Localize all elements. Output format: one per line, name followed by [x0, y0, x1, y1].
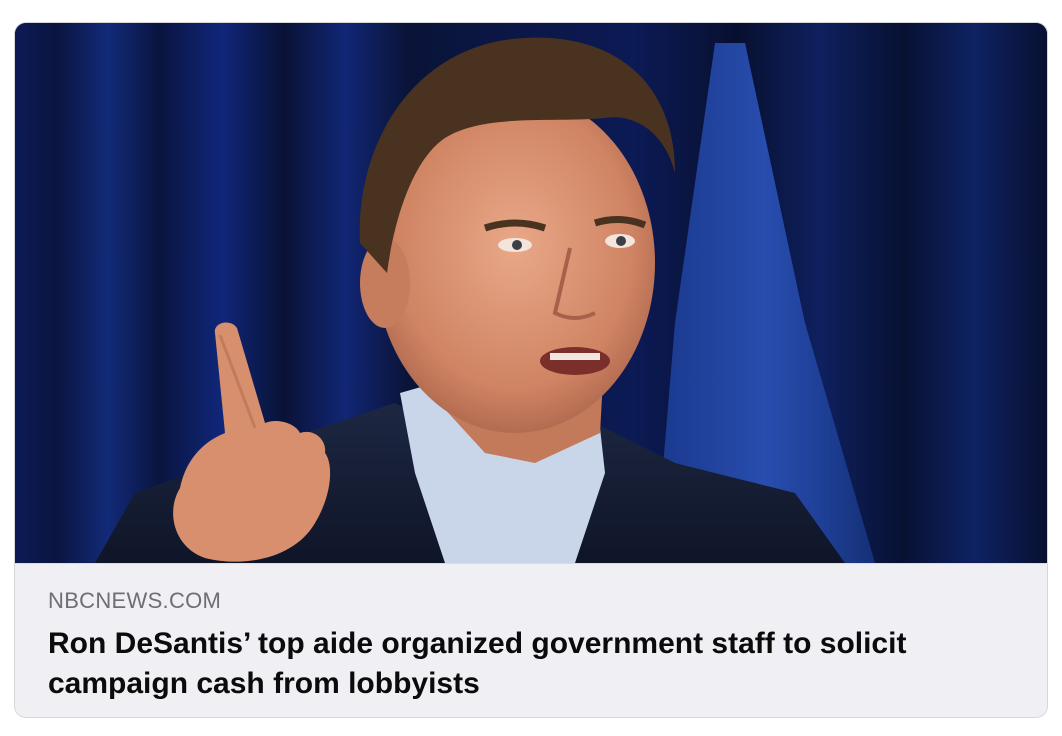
news-photo[interactable] [15, 23, 1047, 563]
news-photo-illustration [15, 23, 1047, 563]
link-preview-card[interactable]: NBCNEWS.COM Ron DeSantis’ top aide organ… [14, 22, 1048, 718]
source-domain: NBCNEWS.COM [48, 588, 222, 613]
link-preview-meta[interactable]: NBCNEWS.COM Ron DeSantis’ top aide organ… [15, 563, 1047, 717]
article-headline[interactable]: Ron DeSantis’ top aide organized governm… [48, 624, 1008, 704]
